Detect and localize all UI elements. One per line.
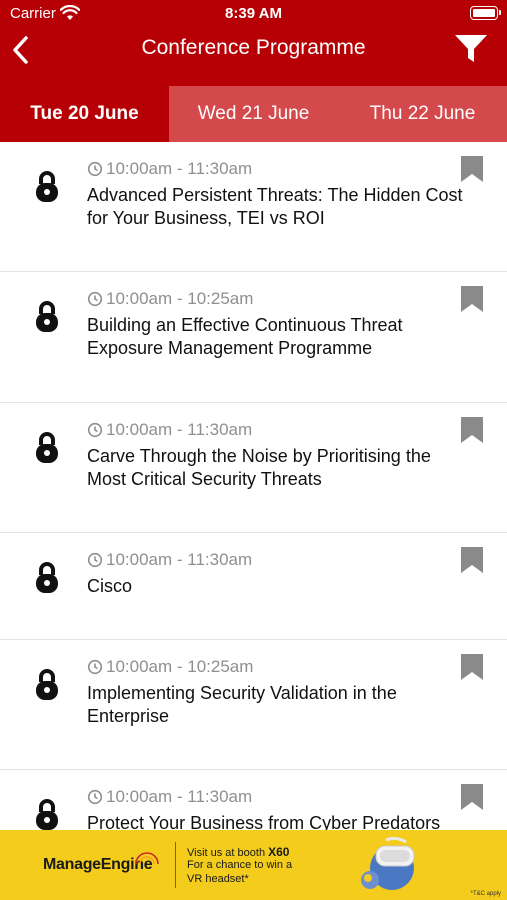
session-time-text: 10:00am - 11:30am xyxy=(106,550,253,569)
session-list: 10:00am - 11:30am Advanced Persistent Th… xyxy=(0,142,507,830)
session-item[interactable]: 10:00am - 10:25am Implementing Security … xyxy=(0,640,507,770)
battery-icon xyxy=(470,6,501,20)
status-bar: Carrier 8:39 AM xyxy=(0,0,507,28)
lock-icon xyxy=(33,170,61,204)
session-item[interactable]: 10:00am - 10:25am Building an Effective … xyxy=(0,272,507,403)
lock-icon xyxy=(33,668,61,702)
session-item[interactable]: 10:00am - 11:30am Carve Through the Nois… xyxy=(0,403,507,533)
session-time: 10:00am - 11:30am xyxy=(87,787,252,807)
bookmark-icon[interactable] xyxy=(461,156,483,182)
session-time-text: 10:00am - 11:30am xyxy=(106,159,253,178)
lock-icon xyxy=(33,798,61,830)
session-title: Building an Effective Continuous Threat … xyxy=(87,315,403,358)
logo-arc-icon xyxy=(134,850,160,866)
lock-icon xyxy=(33,561,61,595)
clock-icon xyxy=(87,291,103,307)
bookmark-icon[interactable] xyxy=(461,286,483,312)
clock-icon xyxy=(87,789,103,805)
tab-tue-20-june[interactable]: Tue 20 June xyxy=(0,86,169,142)
ad-line-chance: For a chance to win a xyxy=(187,859,293,871)
clock-icon xyxy=(87,659,103,675)
session-time: 10:00am - 10:25am xyxy=(87,289,253,309)
session-time: 10:00am - 10:25am xyxy=(87,657,253,677)
ad-banner[interactable]: ManageEngine Visit us at booth X60 For a… xyxy=(0,830,507,900)
status-time: 8:39 AM xyxy=(225,5,282,22)
session-title: Implementing Security Validation in the … xyxy=(87,683,397,726)
bookmark-icon[interactable] xyxy=(461,547,483,573)
session-time-text: 10:00am - 11:30am xyxy=(106,787,253,806)
clock-icon xyxy=(87,161,103,177)
session-item[interactable]: 10:00am - 11:30am Cisco xyxy=(0,533,507,640)
filter-icon[interactable] xyxy=(453,32,489,66)
page-title: Conference Programme xyxy=(141,36,366,59)
session-time: 10:00am - 11:30am xyxy=(87,159,252,179)
ad-line-booth-prefix: Visit us at booth xyxy=(187,847,269,859)
session-time-text: 10:00am - 10:25am xyxy=(106,657,254,676)
session-time-text: 10:00am - 10:25am xyxy=(106,289,254,308)
session-time: 10:00am - 11:30am xyxy=(87,550,252,570)
session-item[interactable]: 10:00am - 11:30am Advanced Persistent Th… xyxy=(0,142,507,272)
lock-icon xyxy=(33,431,61,465)
ad-divider xyxy=(175,842,176,888)
session-time: 10:00am - 11:30am xyxy=(87,420,252,440)
ad-line-prize: VR headset* xyxy=(187,873,249,885)
session-time-text: 10:00am - 11:30am xyxy=(106,420,253,439)
bookmark-icon[interactable] xyxy=(461,784,483,810)
tab-thu-22-june[interactable]: Thu 22 June xyxy=(338,86,507,142)
lock-icon xyxy=(33,300,61,334)
ad-booth-number: X60 xyxy=(268,845,290,859)
session-item[interactable]: 10:00am - 11:30am Protect Your Business … xyxy=(0,770,507,830)
nav-bar: Conference Programme xyxy=(0,28,507,86)
session-title: Carve Through the Noise by Prioritising … xyxy=(87,446,431,489)
bookmark-icon[interactable] xyxy=(461,654,483,680)
session-title: Advanced Persistent Threats: The Hidden … xyxy=(87,185,463,228)
tab-wed-21-june[interactable]: Wed 21 June xyxy=(169,86,338,142)
vr-headset-image xyxy=(356,834,420,896)
ad-terms: *T&C apply xyxy=(470,891,501,897)
session-title: Cisco xyxy=(87,576,133,596)
ad-line-booth: Visit us at booth X60 xyxy=(187,845,289,859)
clock-icon xyxy=(87,552,103,568)
clock-icon xyxy=(87,422,103,438)
date-tabs: Tue 20 June Wed 21 June Thu 22 June xyxy=(0,86,507,142)
bookmark-icon[interactable] xyxy=(461,417,483,443)
session-title: Protect Your Business from Cyber Predato… xyxy=(87,813,441,830)
